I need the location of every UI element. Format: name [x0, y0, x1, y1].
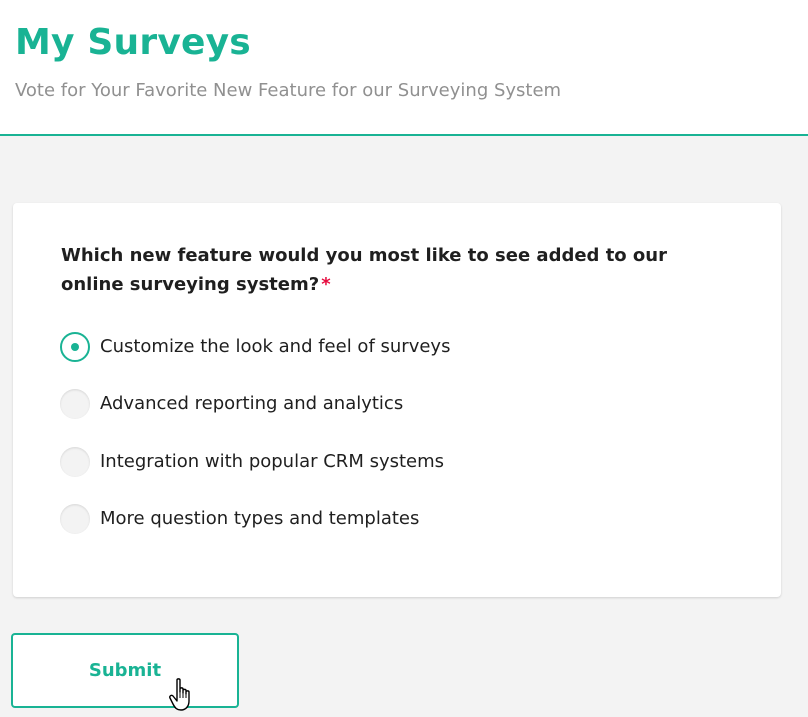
- radio-button[interactable]: [60, 332, 90, 362]
- required-marker: *: [321, 274, 331, 295]
- page-title: My Surveys: [15, 22, 251, 63]
- choice-label: Advanced reporting and analytics: [100, 393, 404, 414]
- choice-crm-integration[interactable]: Integration with popular CRM systems: [60, 445, 444, 479]
- choice-label: Integration with popular CRM systems: [100, 451, 445, 472]
- choice-more-question-types[interactable]: More question types and templates: [60, 502, 419, 536]
- choice-label: Customize the look and feel of surveys: [100, 336, 451, 357]
- question-panel: Which new feature would you most like to…: [13, 203, 781, 597]
- radio-button[interactable]: [60, 447, 90, 477]
- radio-button[interactable]: [60, 504, 90, 534]
- question-title: Which new feature would you most like to…: [61, 241, 721, 299]
- choice-customize-look[interactable]: Customize the look and feel of surveys: [60, 330, 450, 364]
- choice-label: More question types and templates: [100, 508, 420, 529]
- survey-header: My Surveys Vote for Your Favorite New Fe…: [0, 0, 808, 136]
- page-subtitle: Vote for Your Favorite New Feature for o…: [15, 80, 562, 101]
- radio-button[interactable]: [60, 389, 90, 419]
- submit-button[interactable]: Submit: [11, 633, 239, 708]
- question-text: Which new feature would you most like to…: [61, 245, 667, 295]
- choice-advanced-reporting[interactable]: Advanced reporting and analytics: [60, 387, 403, 421]
- radio-checked-icon: [60, 332, 90, 362]
